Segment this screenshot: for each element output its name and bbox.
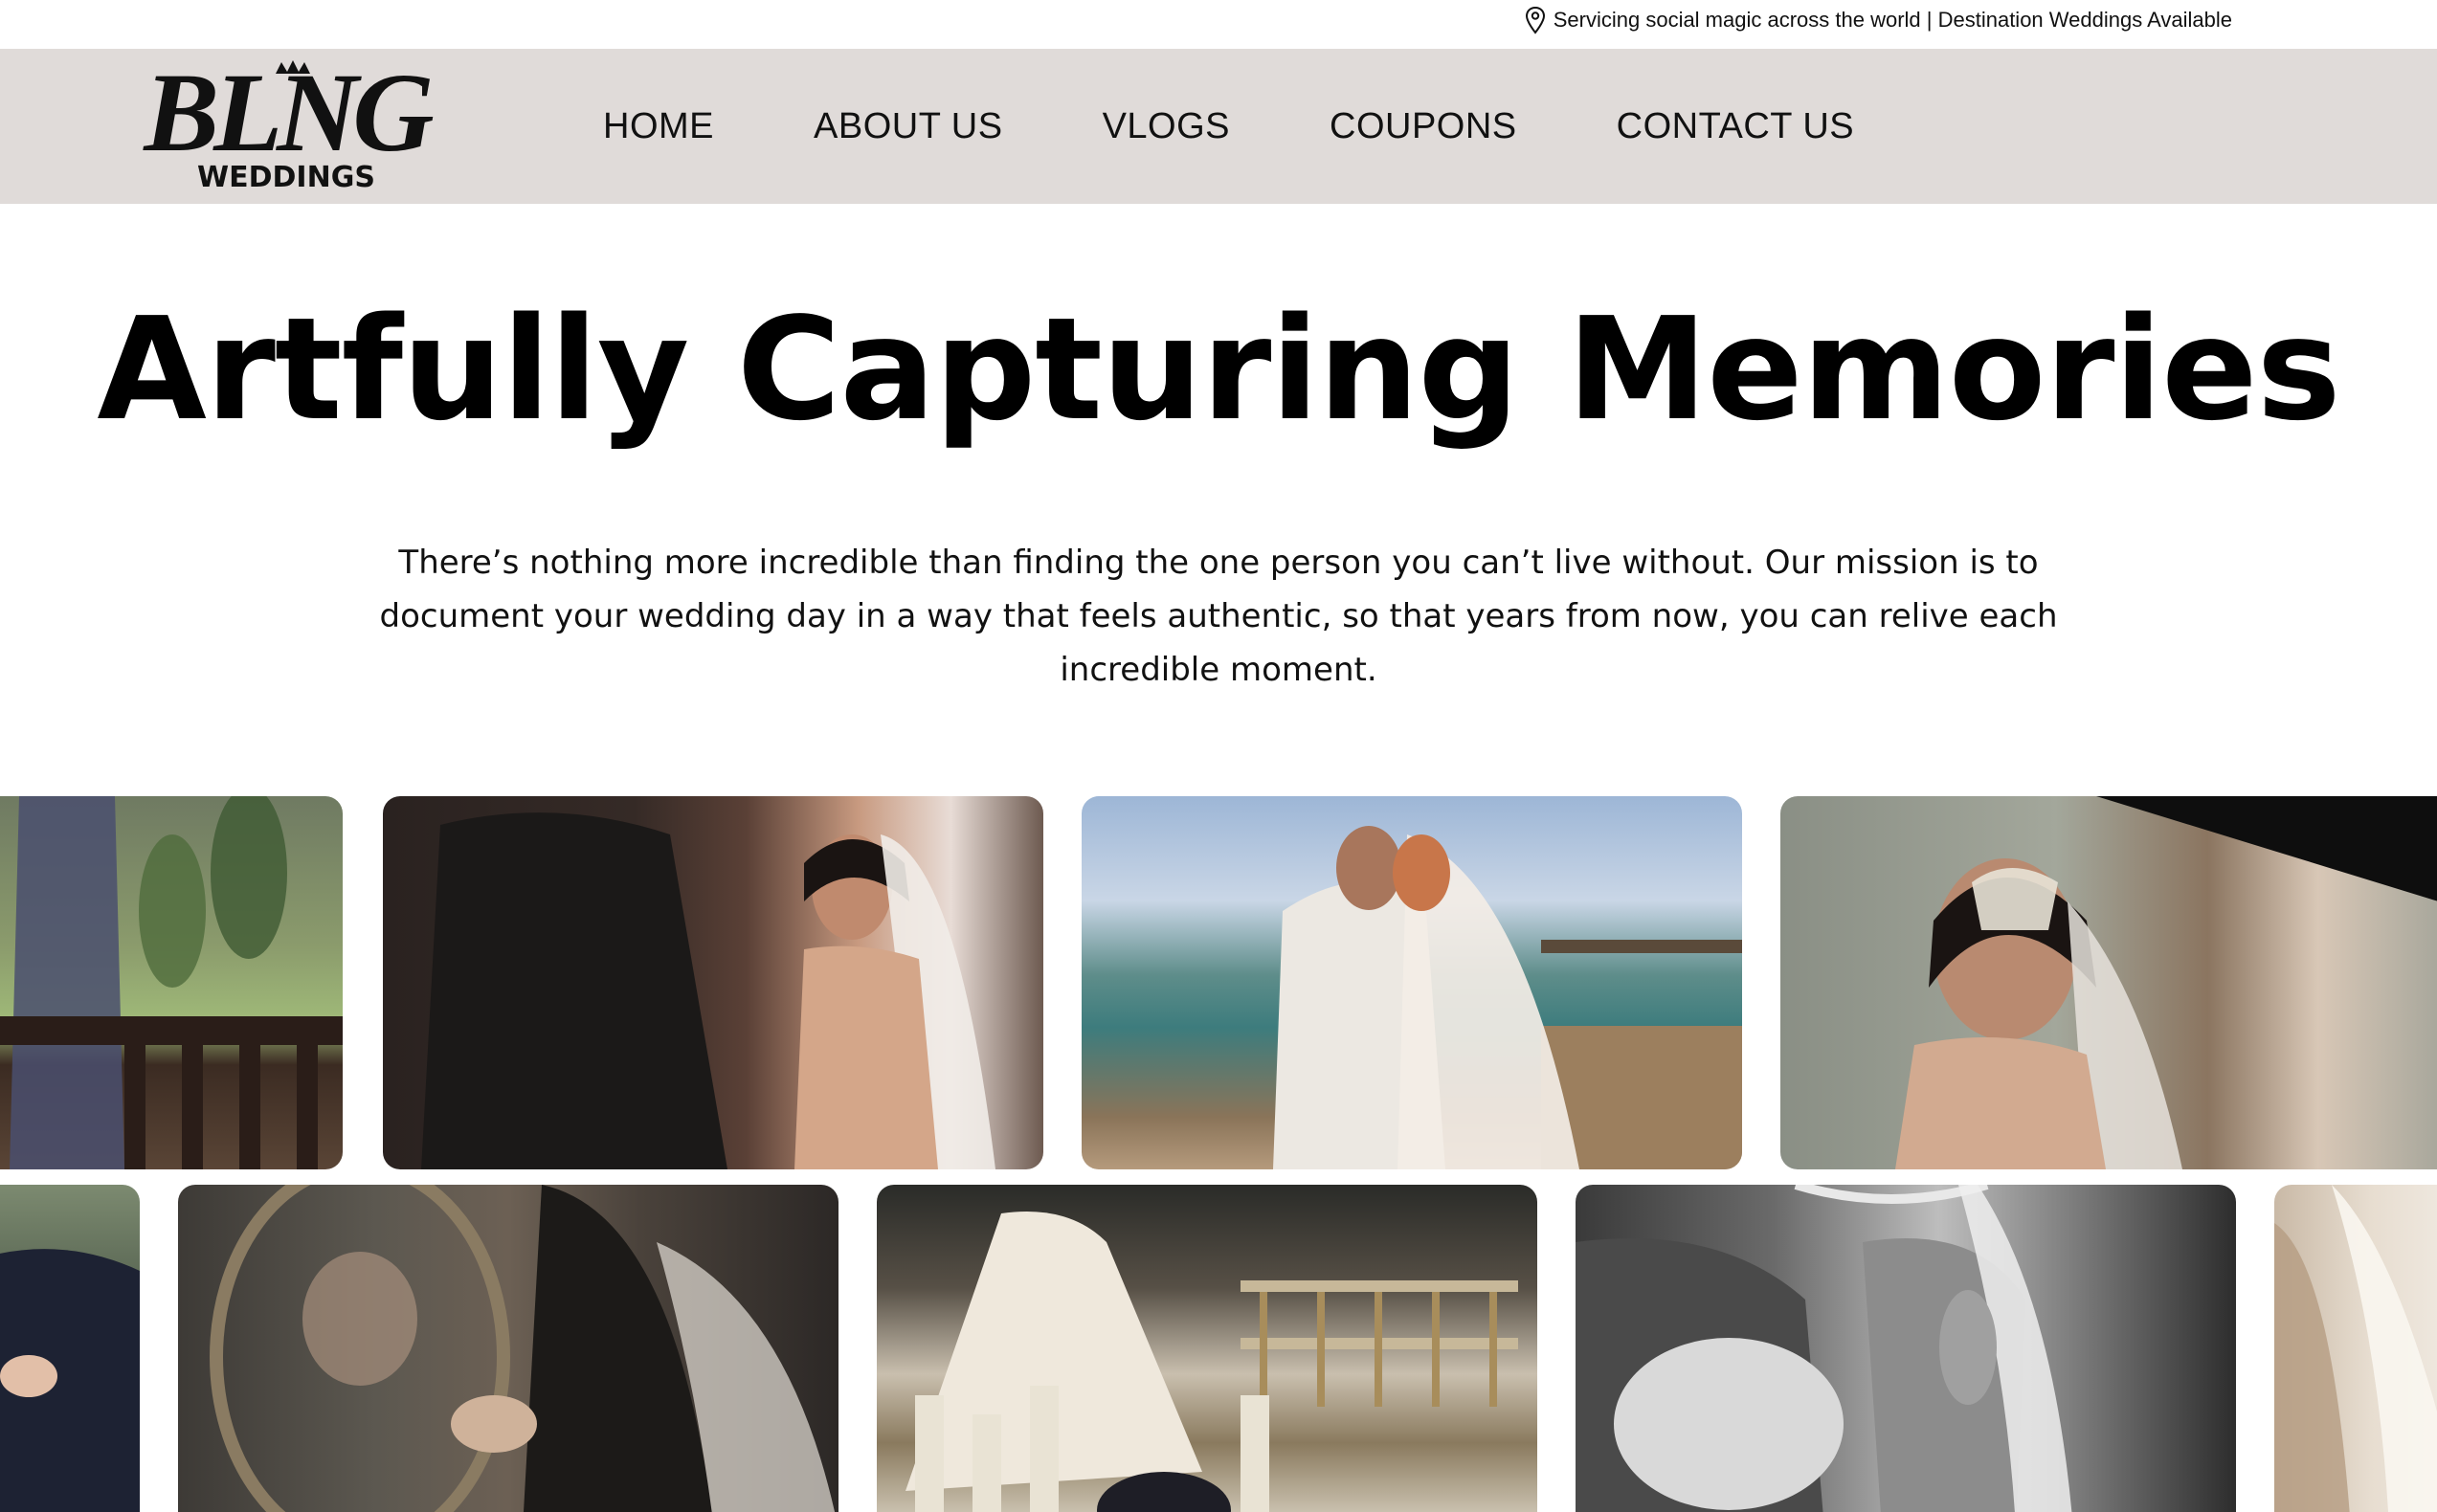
gallery-photo-bride-garden-balcony[interactable] [0,796,343,1169]
gallery-photo-bridal-gown-reception[interactable] [877,1185,1537,1512]
nav-about-us[interactable]: ABOUT US [814,106,1003,147]
gallery-photo-bride-groom-evening[interactable] [383,796,1043,1169]
nav-coupons[interactable]: COUPONS [1330,106,1517,147]
location-notice: Servicing social magic across the world … [1525,6,2232,34]
gallery-photo-bride-portrait-crown[interactable] [1780,796,2437,1169]
nav-contact-us[interactable]: CONTACT US [1617,106,1855,147]
hero-title: Artfully Capturing Memories [97,287,2340,452]
map-pin-icon [1525,6,1546,34]
gallery-photo-bride-detail-bw[interactable] [1576,1185,2236,1512]
nav-home[interactable]: HOME [603,106,714,147]
site-header: BLNG WEDDINGS HOME ABOUT US VLOGS COUPON… [0,49,2437,204]
bling-weddings-logo[interactable]: BLNG WEDDINGS [132,50,440,194]
main-navigation: HOME ABOUT US VLOGS COUPONS CONTACT US [603,49,1854,204]
location-notice-text: Servicing social magic across the world … [1553,8,2232,32]
hero-subtitle: There’s nothing more incredible than fin… [379,544,2058,689]
gallery-photo-couple-embrace[interactable] [0,1185,140,1512]
nav-vlogs[interactable]: VLOGS [1103,106,1230,147]
svg-text:WEDDINGS: WEDDINGS [197,161,375,192]
gallery-photo-couple-sea-pier[interactable] [1082,796,1742,1169]
svg-text:BLNG: BLNG [142,58,433,175]
gallery-photo-bride-mirror[interactable] [178,1185,838,1512]
gallery-photo-veil-detail[interactable] [2274,1185,2437,1512]
photo-gallery [0,796,2437,1512]
top-info-bar: Servicing social magic across the world … [0,0,2437,49]
